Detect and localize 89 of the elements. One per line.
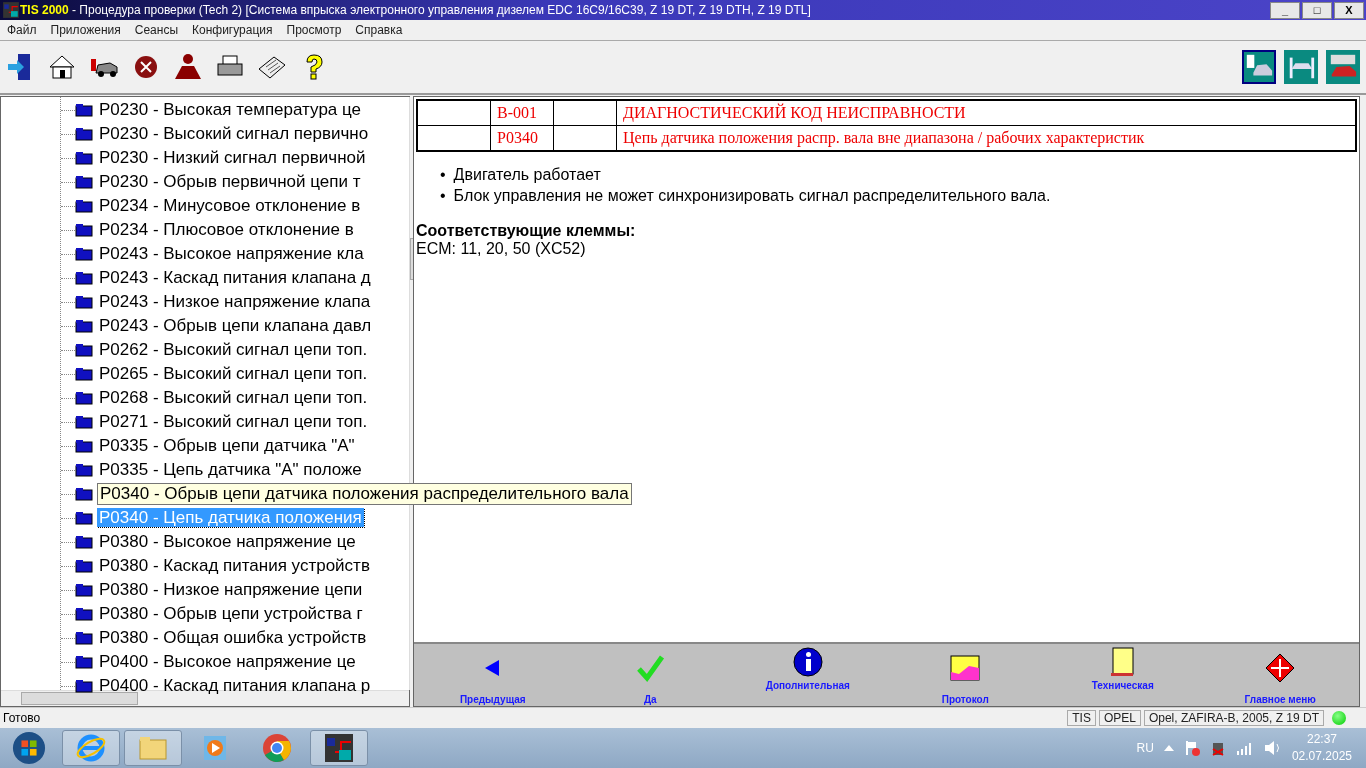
menu-item[interactable]: Конфигурация [185, 23, 280, 37]
table-cell: B-001 [490, 100, 554, 126]
menu-item[interactable]: Просмотр [279, 23, 349, 37]
info-icon [791, 646, 824, 678]
menu-item[interactable]: Справка [348, 23, 410, 37]
nav-button[interactable]: Дополнительная [729, 644, 887, 706]
tree-item[interactable]: P0380 - Обрыв цепи устройства г [97, 604, 365, 623]
folder-icon [75, 295, 93, 309]
taskbar-button[interactable] [310, 730, 368, 766]
status-cell: TIS [1067, 710, 1096, 726]
folder-icon [75, 487, 93, 501]
connection-icon [1332, 711, 1346, 725]
flag-icon[interactable] [1183, 740, 1200, 756]
folder-icon [75, 583, 93, 597]
tree-item[interactable]: P0243 - Низкое напряжение клапа [97, 292, 373, 311]
tree-item[interactable]: P0335 - Цепь датчика "A" положе [97, 460, 364, 479]
tree-item[interactable]: P0380 - Каскад питания устройств [97, 556, 372, 575]
terminals-heading: Соответствующие клеммы: [416, 222, 637, 240]
menu-item[interactable]: Файл [0, 23, 44, 37]
tree-item[interactable]: P0400 - Высокое напряжение це [97, 652, 358, 671]
folder-icon [75, 631, 93, 645]
tree-item[interactable]: P0243 - Обрыв цепи клапана давл [97, 316, 374, 335]
menu-item[interactable]: Приложения [43, 23, 128, 37]
menu-item[interactable]: Сеансы [127, 23, 185, 37]
bullet-text: Двигатель работает [453, 165, 601, 185]
folder-icon [75, 343, 93, 357]
folder-icon [75, 271, 93, 285]
folder-icon [75, 655, 93, 669]
bullet-marker: • [440, 165, 446, 185]
tree-item[interactable]: P0234 - Минусовое отклонение в [97, 196, 363, 215]
bullet-text: Блок управления не может синхронизировать сигнал распределительного вала. [453, 186, 1051, 206]
folder-icon [75, 679, 93, 693]
folder-icon [75, 247, 93, 261]
toolbar-button[interactable] [1242, 50, 1276, 84]
terminals-text: ECM: 11, 20, 50 (XC52) [416, 240, 587, 258]
minimize-button[interactable]: _ [1270, 1, 1300, 19]
close-button[interactable]: X [1334, 1, 1364, 19]
status-cell: Opel, ZAFIRA-B, 2005, Z 19 DT [1143, 710, 1324, 726]
chrome-icon [261, 732, 293, 764]
tree-item[interactable]: P0234 - Плюсовое отклонение в [97, 220, 356, 239]
folder-icon [75, 223, 93, 237]
nav-button[interactable]: Протокол [886, 644, 1044, 706]
folder-icon [75, 175, 93, 189]
folder-icon [75, 367, 93, 381]
nav-button[interactable]: Предыдущая [414, 644, 572, 706]
tis-app-icon [323, 732, 355, 764]
tree-item[interactable]: P0380 - Низкое напряжение цепи [97, 580, 365, 599]
main-menu-icon [1264, 652, 1297, 684]
tree-item[interactable]: P0243 - Высокое напряжение кла [97, 244, 366, 263]
tooltip: P0340 - Обрыв цепи датчика положения распределительного вала [97, 483, 632, 505]
bullet-marker: • [440, 186, 446, 206]
tree-item[interactable]: P0268 - Высокий сигнал цепи топ. [97, 388, 370, 407]
folder-icon [75, 439, 93, 453]
status-cell: OPEL [1098, 710, 1141, 726]
folder-icon [75, 559, 93, 573]
tree-item[interactable]: P0230 - Высокий сигнал первично [97, 124, 371, 143]
nav-button[interactable]: Главное меню [1201, 644, 1359, 706]
folder-icon [75, 535, 93, 549]
nav-button[interactable]: Да [571, 644, 729, 706]
table-cell: ДИАГНОСТИЧЕСКИЙ КОД НЕИСПРАВНОСТИ [616, 100, 1356, 126]
windows-logo-icon [12, 730, 46, 766]
folder-icon [75, 127, 93, 141]
folder-icon [75, 463, 93, 477]
tree-item[interactable]: P0380 - Общая ошибка устройств [97, 628, 369, 647]
tree-item[interactable]: P0243 - Каскад питания клапана д [97, 268, 373, 287]
tree-item[interactable]: P0230 - Высокая температура це [97, 100, 363, 119]
tree-item[interactable]: P0265 - Высокий сигнал цепи топ. [97, 364, 370, 383]
folder-icon [75, 391, 93, 405]
tree-item[interactable]: P0262 - Высокий сигнал цепи топ. [97, 340, 370, 359]
tree-item[interactable]: P0230 - Низкий сигнал первичной [97, 148, 368, 167]
app-logo-icon [2, 1, 20, 19]
folder-icon [75, 511, 93, 525]
folder-icon [75, 607, 93, 621]
tree-item[interactable]: P0335 - Обрыв цепи датчика "A" [97, 436, 357, 455]
status-text: Готово [3, 711, 42, 725]
tree-item[interactable]: P0380 - Высокое напряжение це [97, 532, 358, 551]
tree-item[interactable]: P0230 - Обрыв первичной цепи т [97, 172, 363, 191]
chart-icon [949, 652, 982, 684]
tree-item[interactable]: P0271 - Высокий сигнал цепи топ. [97, 412, 370, 431]
folder-icon [75, 415, 93, 429]
folder-icon [75, 319, 93, 333]
tree-item[interactable]: P0400 - Каскад питания клапана р [97, 676, 373, 695]
window-title: TIS 2000 - Процедура проверки (Tech 2) [Система впрыска электронного управления дизелем EDC 16C9/16C39, Z 19 DT, Z 19 DTH, Z 19 DTL] [20, 3, 812, 17]
folder-icon [75, 103, 93, 117]
browser-icon [75, 732, 107, 764]
folder-icon [75, 199, 93, 213]
folder-icon [75, 151, 93, 165]
nav-button[interactable]: Техническая [1044, 644, 1202, 706]
maximize-button[interactable]: □ [1302, 1, 1332, 19]
